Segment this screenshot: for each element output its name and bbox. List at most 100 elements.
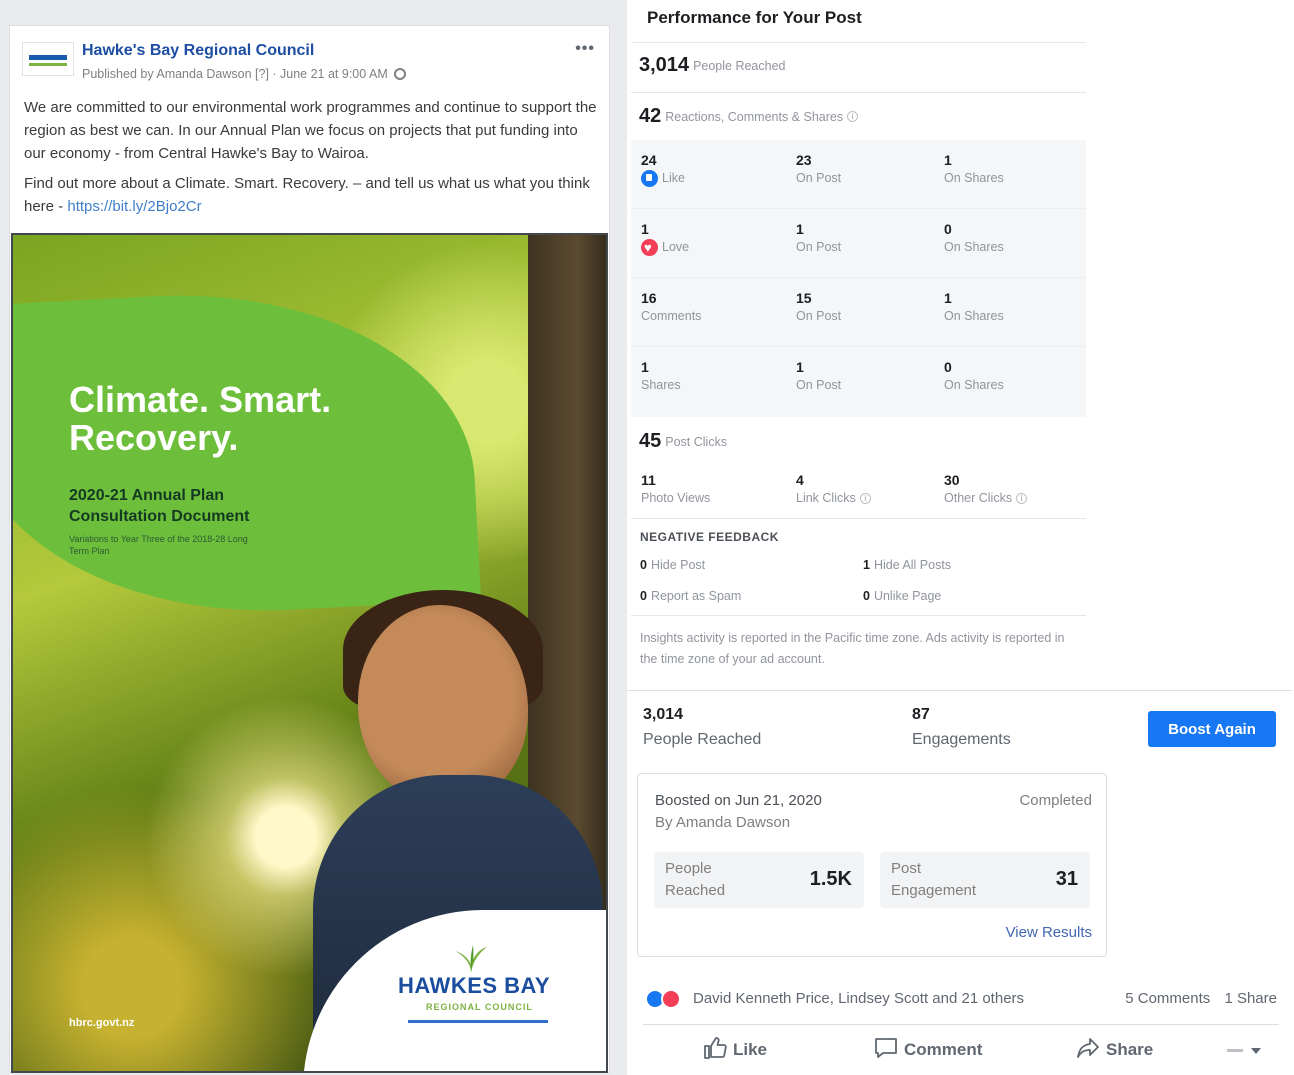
love-on-post-cell: 1 On Post	[796, 221, 946, 255]
divider	[631, 42, 1086, 43]
like-on-shares-label: On Shares	[944, 171, 1004, 185]
comment-button[interactable]: Comment	[874, 1037, 982, 1065]
post-paragraph-2: Find out more about a Climate. Smart. Re…	[24, 172, 599, 218]
reactions-total-metric: 42 Reactions, Comments & Shares i	[639, 105, 859, 128]
hide-all-posts-label: Hide All Posts	[873, 558, 952, 572]
more-options-icon[interactable]: •••	[575, 40, 595, 58]
report-spam-stat: 0 Report as Spam	[640, 589, 741, 603]
reaction-icons[interactable]	[645, 989, 689, 1009]
cover-title-line-2: Recovery.	[69, 417, 239, 458]
love-on-shares-count: 0	[944, 221, 952, 237]
shares-on-shares-count: 0	[944, 359, 952, 375]
boost-engagement-value: 31	[1055, 868, 1078, 890]
link-clicks-label-wrap: Link Clicks i	[796, 490, 946, 506]
share-icon	[1077, 1038, 1099, 1058]
like-cell: 24 Like	[641, 152, 791, 188]
love-icon	[641, 239, 658, 257]
boost-reached-box: People Reached 1.5K	[654, 852, 864, 908]
share-button-label: Share	[1106, 1040, 1154, 1059]
share-button[interactable]: Share	[1076, 1037, 1153, 1065]
info-icon[interactable]: i	[847, 111, 859, 122]
cover-subtitle: 2020-21 Annual Plan Consultation Documen…	[69, 485, 249, 527]
unlike-page-label: Unlike Page	[873, 589, 942, 603]
summary-reached-label: People Reached	[643, 731, 762, 748]
love-count: 1	[641, 221, 649, 237]
boost-status: Completed	[1019, 792, 1092, 809]
view-results-link[interactable]: View Results	[1006, 924, 1092, 941]
other-clicks-label: Other Clicks	[944, 491, 1013, 505]
info-icon[interactable]: i	[1016, 493, 1028, 505]
love-label-wrap: Love	[641, 239, 791, 257]
cover-logo-line	[408, 1020, 548, 1023]
shares-on-post-count: 1	[796, 359, 804, 375]
post-card: Hawke's Bay Regional Council Published b…	[9, 25, 610, 1073]
reactions-total-value: 42	[639, 105, 662, 127]
love-cell: 1 Love	[641, 221, 791, 257]
reactors-link[interactable]: David Kenneth Price, Lindsey Scott and 2…	[693, 990, 1024, 1007]
post-clicks-label: Post Clicks	[665, 434, 728, 449]
like-button[interactable]: Like	[703, 1037, 767, 1065]
sprout-icon	[455, 945, 487, 973]
post-image[interactable]: Climate. Smart. Recovery. 2020-21 Annual…	[11, 233, 608, 1073]
shares-count-link[interactable]: 1 Share	[1224, 990, 1277, 1007]
boosted-by-text: By Amanda Dawson	[655, 814, 791, 831]
other-clicks-cell: 30 Other Clicks i	[944, 472, 1094, 506]
page-name-link[interactable]: Hawke's Bay Regional Council	[82, 42, 314, 60]
cover-subtitle-line-2: Consultation Document	[69, 508, 250, 525]
like-icon	[641, 170, 658, 188]
divider	[631, 518, 1086, 519]
other-clicks-count: 30	[944, 472, 960, 488]
cover-title-line-1: Climate. Smart.	[69, 379, 332, 420]
hide-post-label: Hide Post	[650, 558, 706, 572]
post-meta: Published by Amanda Dawson [?] · June 21…	[82, 67, 406, 81]
post-header: Hawke's Bay Regional Council Published b…	[22, 40, 599, 81]
post-text: We are committed to our environmental wo…	[24, 96, 599, 225]
unlike-page-stat: 0 Unlike Page	[863, 589, 941, 603]
post-link[interactable]: https://bit.ly/2Bjo2Cr	[67, 198, 201, 215]
like-on-shares-count: 1	[944, 152, 952, 168]
love-reaction-icon	[661, 989, 681, 1009]
reaction-row-like: 24 Like 23 On Post 1 On Shares	[631, 140, 1086, 209]
reaction-row-comments: 16 Comments 15 On Post 1 On Shares	[631, 278, 1086, 347]
shares-on-post-label: On Post	[796, 378, 842, 392]
boost-panel: 3,014 People Reached 87 Engagements Boos…	[627, 690, 1292, 1075]
comments-cell: 16 Comments	[641, 290, 791, 324]
comments-on-post-count: 15	[796, 290, 812, 306]
shares-cell: 1 Shares	[641, 359, 791, 393]
like-label-wrap: Like	[641, 170, 791, 188]
people-reached-metric: 3,014 People Reached	[639, 54, 786, 77]
comments-count-link[interactable]: 5 Comments	[1125, 990, 1210, 1007]
boost-reached-value: 1.5K	[809, 868, 852, 890]
cover-title: Climate. Smart. Recovery.	[69, 381, 331, 457]
insights-panel: Performance for Your Post 3,014 People Re…	[627, 0, 1088, 690]
reactions-total-label: Reactions, Comments & Shares	[665, 109, 844, 124]
summary-engagements-label: Engagements	[912, 731, 1011, 748]
cover-subtitle-line-1: 2020-21 Annual Plan	[69, 487, 225, 504]
comments-on-post-cell: 15 On Post	[796, 290, 946, 324]
comment-button-label: Comment	[904, 1040, 983, 1059]
insights-note: Insights activity is reported in the Pac…	[640, 631, 1065, 666]
shares-count: 1	[641, 359, 649, 375]
summary-engagements-value: 87	[912, 706, 930, 723]
hide-post-stat: 0 Hide Post	[640, 558, 705, 572]
post-clicks-metric: 45 Post Clicks	[639, 430, 727, 453]
link-clicks-cell: 4 Link Clicks i	[796, 472, 946, 506]
link-clicks-label: Link Clicks	[796, 491, 856, 505]
globe-icon[interactable]	[393, 68, 406, 80]
photo-views-label: Photo Views	[641, 491, 711, 505]
boost-again-button[interactable]: Boost Again	[1148, 711, 1276, 747]
love-on-post-label: On Post	[796, 240, 842, 254]
shares-on-post-cell: 1 On Post	[796, 359, 946, 393]
like-on-post-count: 23	[796, 152, 812, 168]
post-paragraph-1: We are committed to our environmental wo…	[24, 99, 597, 162]
summary-reached-value: 3,014	[643, 706, 684, 723]
reactions-breakdown: 24 Like 23 On Post 1 On Shares 1 Love 1 …	[631, 140, 1086, 417]
like-count: 24	[641, 152, 657, 168]
audience-dropdown-icon[interactable]	[1225, 1043, 1265, 1059]
avatar-logo-stripe	[29, 63, 67, 66]
love-label: Love	[662, 240, 690, 254]
love-on-shares-cell: 0 On Shares	[944, 221, 1094, 255]
info-icon[interactable]: i	[859, 493, 871, 505]
comments-on-shares-cell: 1 On Shares	[944, 290, 1094, 324]
page-avatar[interactable]	[22, 42, 74, 76]
